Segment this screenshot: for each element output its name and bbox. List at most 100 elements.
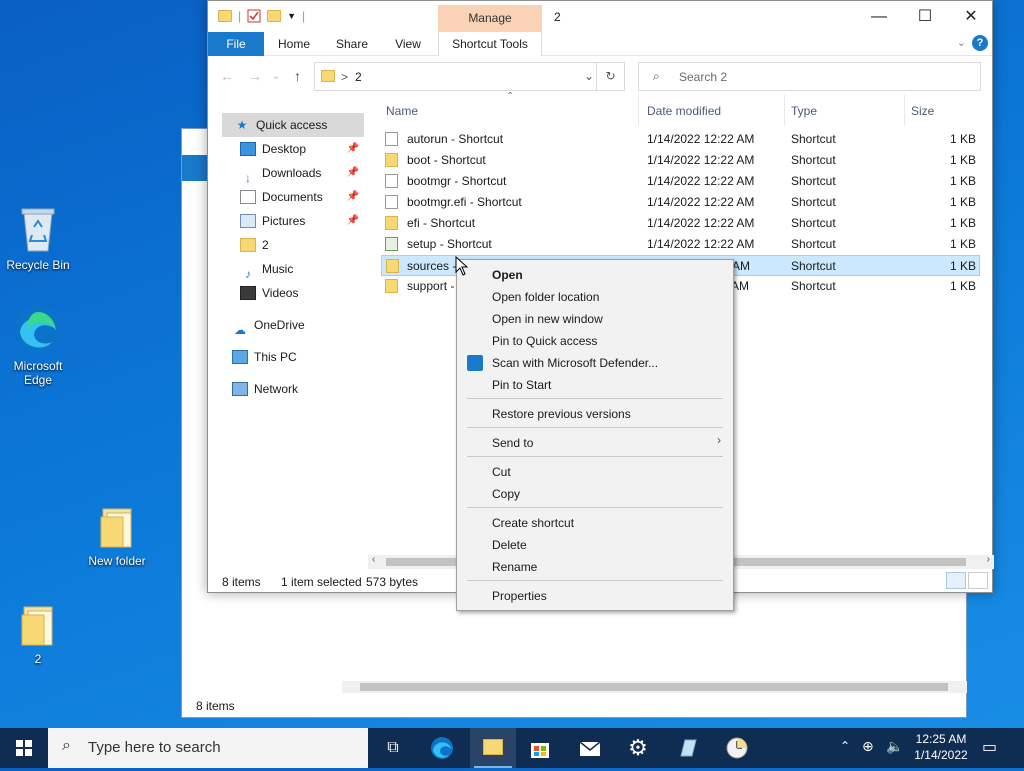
menu-item-rename[interactable]: Rename [492, 559, 537, 575]
large-icons-view-icon[interactable] [968, 572, 988, 589]
nav-item-pictures[interactable]: Pictures 📌 [208, 209, 363, 233]
system-clock[interactable]: 12:25 AM 1/14/2022 [908, 731, 974, 763]
manage-tab[interactable]: Manage [438, 5, 542, 32]
tab-share[interactable]: Share [328, 32, 376, 56]
scroll-right-icon[interactable]: › [987, 554, 990, 565]
refresh-icon[interactable]: ↻ [596, 63, 624, 90]
nav-item-music[interactable]: ♪ Music [208, 257, 363, 281]
desktop-icon-label: 2 [34, 652, 42, 666]
menu-item-properties[interactable]: Properties [492, 588, 547, 604]
column-separator[interactable] [638, 95, 639, 125]
nav-item-this-pc[interactable]: This PC [208, 345, 363, 369]
tab-view[interactable]: View [384, 32, 432, 56]
chevron-down-icon[interactable]: ⌄ [957, 36, 966, 49]
scroll-thumb[interactable] [360, 683, 948, 691]
title-bar[interactable]: | ▼ | Manage 2 — ☐ ✕ [208, 1, 992, 32]
menu-item-cut[interactable]: Cut [492, 464, 511, 480]
nav-item-desktop[interactable]: Desktop 📌 [208, 137, 363, 161]
breadcrumb-separator[interactable]: > [341, 70, 348, 84]
status-selected: 1 item selected [281, 575, 362, 589]
network-globe-icon[interactable]: ⊕ [862, 738, 874, 755]
table-row[interactable]: efi - Shortcut 1/14/2022 12:22 AM Shortc… [381, 213, 980, 234]
shortcut-file-icon [385, 195, 398, 209]
back-arrow-icon[interactable]: ← [220, 68, 234, 84]
column-header-type[interactable]: Type [791, 101, 817, 121]
task-view-icon[interactable]: ⧉ [381, 736, 405, 760]
settings-gear-icon[interactable]: ⚙ [626, 736, 650, 760]
folder-icon [21, 606, 53, 646]
close-button[interactable]: ✕ [948, 1, 994, 32]
desktop-new-folder[interactable]: New folder [79, 505, 155, 568]
help-icon[interactable]: ? [972, 35, 988, 51]
nav-item-folder-2[interactable]: 2 [208, 233, 363, 257]
table-row[interactable]: bootmgr - Shortcut 1/14/2022 12:22 AM Sh… [381, 171, 980, 192]
desktop-folder-2[interactable]: 2 [0, 603, 76, 666]
file-type: Shortcut [791, 259, 836, 273]
clock-date: 1/14/2022 [914, 748, 968, 762]
tab-shortcut-tools[interactable]: Shortcut Tools [438, 32, 542, 56]
column-header-size[interactable]: Size [911, 101, 934, 121]
address-bar[interactable]: > 2 ⌄ ↻ [314, 62, 625, 91]
menu-item-scan-defender[interactable]: Scan with Microsoft Defender... [492, 355, 658, 371]
notepad-icon[interactable] [676, 736, 700, 760]
taskbar-search-box[interactable]: ⌕ Type here to search [48, 728, 368, 768]
search-box[interactable]: ⌕ Search 2 [638, 62, 981, 91]
nav-item-network[interactable]: Network [208, 377, 363, 401]
menu-item-send-to[interactable]: Send to [492, 435, 533, 451]
menu-item-copy[interactable]: Copy [492, 486, 520, 502]
minimize-button[interactable]: — [856, 1, 902, 32]
menu-item-open-new-window[interactable]: Open in new window [492, 311, 603, 327]
address-path[interactable]: 2 [355, 70, 362, 84]
menu-item-create-shortcut[interactable]: Create shortcut [492, 515, 574, 531]
properties-icon[interactable] [247, 9, 261, 23]
shortcut-folder-icon [386, 259, 399, 273]
menu-item-pin-quick-access[interactable]: Pin to Quick access [492, 333, 597, 349]
tab-home[interactable]: Home [270, 32, 318, 56]
table-row[interactable]: autorun - Shortcut 1/14/2022 12:22 AM Sh… [381, 129, 980, 150]
scroll-left-icon[interactable]: ‹ [372, 554, 375, 565]
up-arrow-icon[interactable]: ↑ [294, 68, 301, 84]
tab-file[interactable]: File [208, 32, 264, 56]
new-folder-icon[interactable] [267, 10, 282, 22]
table-row[interactable]: boot - Shortcut 1/14/2022 12:22 AM Short… [381, 150, 980, 171]
details-view-icon[interactable] [946, 572, 966, 589]
column-separator[interactable] [904, 95, 905, 125]
menu-item-restore-versions[interactable]: Restore previous versions [492, 406, 631, 422]
menu-item-delete[interactable]: Delete [492, 537, 527, 553]
column-separator[interactable] [784, 95, 785, 125]
volume-muted-icon[interactable]: 🔈 [886, 738, 903, 755]
nav-item-quick-access[interactable]: ★ Quick access [222, 113, 364, 137]
desktop-edge[interactable]: Microsoft Edge [0, 302, 76, 387]
maximize-button[interactable]: ☐ [902, 1, 948, 32]
edge-icon [15, 305, 61, 351]
nav-item-onedrive[interactable]: ☁ OneDrive [208, 313, 363, 337]
nav-item-documents[interactable]: Documents 📌 [208, 185, 363, 209]
menu-item-open[interactable]: Open [492, 267, 523, 283]
status-item-count: 8 items [222, 575, 261, 589]
table-row[interactable]: setup - Shortcut 1/14/2022 12:22 AM Shor… [381, 234, 980, 255]
notification-icon[interactable]: ▭ [982, 737, 997, 757]
column-header-date[interactable]: Date modified [647, 101, 721, 121]
nav-item-videos[interactable]: Videos [208, 281, 363, 305]
background-horizontal-scrollbar[interactable] [342, 681, 967, 693]
customize-toolbar-icon[interactable]: ▼ [287, 11, 296, 21]
file-size: 1 KB [949, 174, 976, 188]
desktop-recycle-bin[interactable]: Recycle Bin [0, 205, 76, 272]
table-row[interactable]: bootmgr.efi - Shortcut 1/14/2022 12:22 A… [381, 192, 980, 213]
column-header-name[interactable]: Name [386, 101, 418, 121]
store-icon[interactable] [528, 736, 552, 760]
nav-item-downloads[interactable]: ↓ Downloads 📌 [208, 161, 363, 185]
clock-app-icon[interactable] [725, 736, 749, 760]
chevron-down-icon[interactable]: ⌄ [584, 69, 594, 83]
forward-arrow-icon[interactable]: → [248, 68, 262, 84]
start-button[interactable] [0, 728, 48, 768]
menu-item-pin-start[interactable]: Pin to Start [492, 377, 551, 393]
chevron-up-icon[interactable]: ⌃ [840, 739, 850, 753]
menu-item-open-folder-location[interactable]: Open folder location [492, 289, 599, 305]
explorer-taskbar-button[interactable] [470, 728, 516, 768]
recent-locations-icon[interactable]: ⌄ [272, 71, 280, 82]
folder-icon [218, 10, 232, 22]
file-explorer-icon [483, 739, 503, 755]
edge-taskbar-icon[interactable] [430, 736, 454, 760]
mail-icon[interactable] [578, 736, 602, 760]
